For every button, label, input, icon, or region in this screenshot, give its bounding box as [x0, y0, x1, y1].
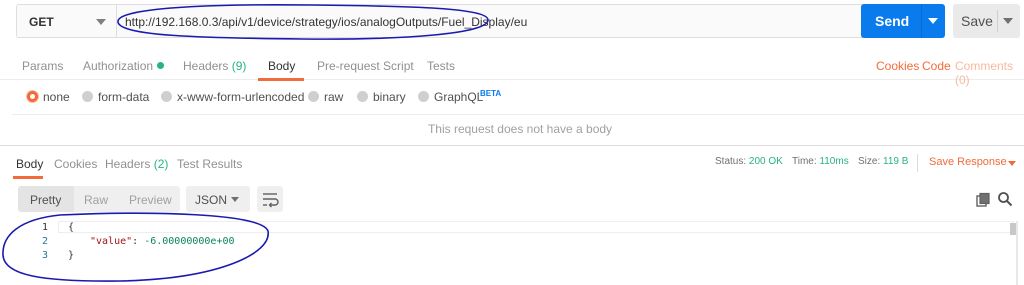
code-line: { — [68, 222, 75, 233]
method-select[interactable]: GET — [16, 4, 116, 38]
response-tab-cookies[interactable]: Cookies — [54, 157, 97, 171]
divider — [917, 154, 918, 172]
body-type-selector: none form-data x-www-form-urlencoded raw… — [0, 88, 1024, 110]
response-tabs: Body Cookies Headers (2) Test Results St… — [0, 150, 1024, 179]
view-pretty[interactable]: Pretty — [30, 193, 61, 207]
save-divider — [997, 10, 998, 32]
save-response-button[interactable]: Save Response — [929, 156, 1007, 168]
tab-pre-request-script[interactable]: Pre-request Script — [317, 59, 414, 73]
copy-icon[interactable] — [975, 192, 991, 208]
time-value: 110ms — [819, 156, 849, 167]
no-body-message: This request does not have a body — [427, 122, 613, 136]
size-readout: Size: 119 B — [858, 156, 909, 167]
active-tab-indicator — [13, 176, 43, 179]
tab-params[interactable]: Params — [22, 59, 63, 73]
response-tab-body[interactable]: Body — [16, 157, 43, 171]
url-input[interactable] — [125, 13, 855, 31]
chevron-down-icon — [96, 19, 106, 25]
chevron-down-icon[interactable] — [1008, 161, 1016, 166]
save-button[interactable]: Save — [953, 4, 1020, 38]
send-divider — [921, 4, 922, 38]
response-view-toolbar: Pretty Raw Preview JSON — [0, 186, 1024, 212]
scrollbar-track[interactable] — [1016, 221, 1018, 285]
json-value: -6.00000000e+00 — [144, 236, 235, 247]
line-number: 2 — [41, 236, 48, 247]
chevron-down-icon[interactable] — [928, 18, 938, 24]
auth-status-dot — [157, 62, 165, 69]
cookies-link[interactable]: Cookies — [876, 59, 919, 73]
current-line-highlight — [58, 221, 1014, 233]
divider — [12, 114, 1024, 115]
status-readout: Status: 200 OK — [715, 156, 783, 167]
size-value: 119 B — [883, 156, 909, 167]
tab-authorization[interactable]: Authorization — [83, 59, 165, 73]
view-raw[interactable]: Raw — [84, 193, 108, 207]
divider — [0, 145, 1024, 146]
search-icon[interactable] — [997, 191, 1013, 207]
status-value: 200 OK — [748, 156, 783, 167]
request-bar: GET Send Save — [16, 3, 1020, 40]
code-line: "value": -6.00000000e+00 — [90, 236, 235, 247]
tab-tests[interactable]: Tests — [427, 59, 455, 73]
scrollbar-thumb[interactable] — [1010, 223, 1016, 235]
format-select[interactable]: JSON — [186, 186, 250, 212]
comments-link[interactable]: Comments (0) — [955, 59, 1024, 87]
url-field[interactable] — [116, 4, 868, 38]
response-tab-headers[interactable]: Headers (2) — [105, 157, 168, 171]
wrap-lines-button[interactable] — [257, 186, 283, 212]
response-tab-test-results[interactable]: Test Results — [177, 157, 242, 171]
method-label: GET — [29, 15, 54, 29]
save-label: Save — [961, 13, 993, 29]
response-headers-count: (2) — [153, 157, 169, 171]
response-body-editor[interactable]: 1 2 3 { "value": -6.00000000e+00 } — [0, 221, 1024, 285]
send-button[interactable]: Send — [861, 4, 945, 38]
headers-count: (9) — [231, 59, 247, 73]
send-label: Send — [875, 13, 910, 29]
active-tab-indicator — [258, 78, 304, 81]
json-key: "value" — [90, 236, 133, 247]
chevron-down-icon — [231, 197, 239, 202]
code-line: } — [68, 250, 75, 261]
view-preview[interactable]: Preview — [129, 193, 172, 207]
time-readout: Time: 110ms — [792, 156, 849, 167]
wrap-lines-icon — [263, 193, 279, 208]
format-label: JSON — [195, 193, 228, 207]
view-mode-toggle: Pretty Raw Preview — [18, 186, 180, 212]
request-tabs: Params Authorization Headers (9) Body Pr… — [0, 52, 1024, 87]
beta-badge: BETA — [480, 89, 502, 98]
code-link[interactable]: Code — [922, 59, 951, 73]
line-number: 3 — [41, 250, 48, 261]
chevron-down-icon[interactable] — [1003, 18, 1013, 24]
line-number: 1 — [41, 222, 48, 233]
tab-body[interactable]: Body — [268, 59, 295, 73]
tab-headers[interactable]: Headers (9) — [183, 59, 246, 73]
